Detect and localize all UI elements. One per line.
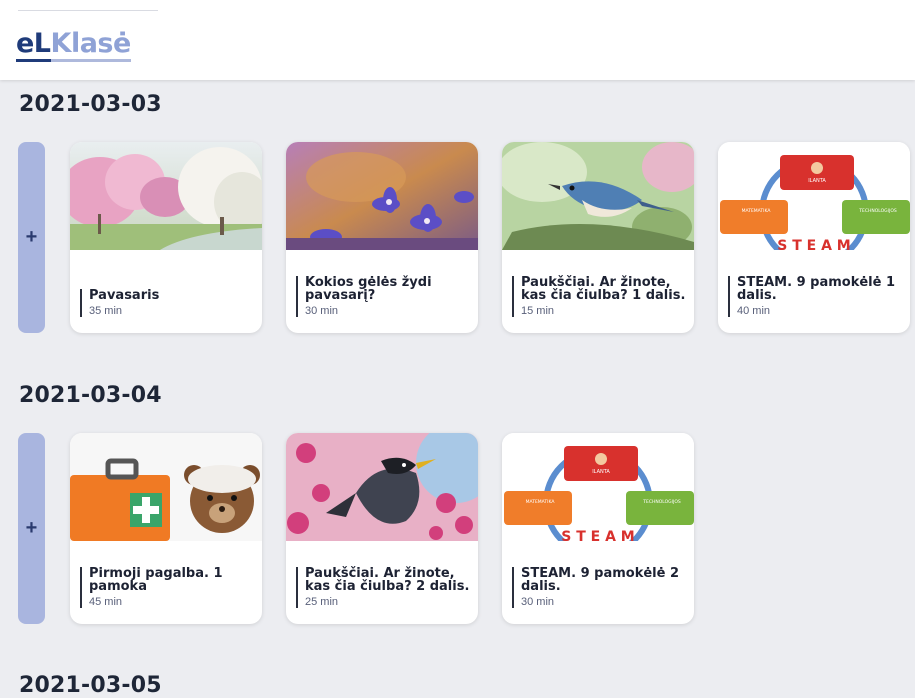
lesson-card[interactable]: Kokios gėlės žydi pavasarį? 30 min <box>286 142 478 333</box>
lesson-card[interactable]: Paukščiai. Ar žinote, kas čia čiulba? 1 … <box>502 142 694 333</box>
steam-box-top-label: ILANTA <box>808 178 826 184</box>
lesson-meta: Pirmoji pagalba. 1 pamoka 45 min <box>80 567 254 608</box>
lesson-thumbnail-steam-cycle-diagram: ILANTA MATEMATIKA TECHNOLOGIJOS S T E A … <box>718 142 910 250</box>
lesson-duration: 45 min <box>89 596 123 608</box>
lesson-thumbnail-purple-spring-flowers <box>286 142 478 250</box>
date-heading: 2021-03-05 <box>19 673 162 698</box>
add-lesson-button[interactable]: + <box>18 433 45 624</box>
lesson-meta: Paukščiai. Ar žinote, kas čia čiulba? 1 … <box>512 276 686 317</box>
logo-part-el: eL <box>16 28 51 62</box>
add-lesson-button[interactable]: + <box>18 142 45 333</box>
lesson-card[interactable]: Pavasaris 35 min <box>70 142 262 333</box>
lesson-card[interactable]: ILANTA MATEMATIKA TECHNOLOGIJOS S T E A … <box>502 433 694 624</box>
lesson-meta: Paukščiai. Ar žinote, kas čia čiulba? 2 … <box>296 567 470 608</box>
lesson-thumbnail-teddy-bear-first-aid <box>70 433 262 541</box>
lesson-card[interactable]: Paukščiai. Ar žinote, kas čia čiulba? 2 … <box>286 433 478 624</box>
lesson-title: STEAM. 9 pamokėlė 2 dalis. <box>521 566 680 594</box>
lesson-title: Paukščiai. Ar žinote, kas čia čiulba? 2 … <box>305 566 470 594</box>
lesson-title: Paukščiai. Ar žinote, kas čia čiulba? 1 … <box>521 275 686 303</box>
lesson-meta: Pavasaris 35 min <box>80 289 254 317</box>
lesson-duration: 35 min <box>89 305 123 317</box>
steam-box-top-label: ILANTA <box>592 469 610 475</box>
svg-text:S T E A M: S T E A M <box>777 238 850 250</box>
steam-box-right-label: TECHNOLOGIJOS <box>858 208 897 214</box>
lesson-title: Kokios gėlės žydi pavasarį? <box>305 275 432 303</box>
lesson-title: Pavasaris <box>89 288 160 303</box>
lesson-title: STEAM. 9 pamokėlė 1 dalis. <box>737 275 896 303</box>
logo-part-klase: Klasė <box>50 28 131 62</box>
lesson-card[interactable]: ILANTA MATEMATIKA TECHNOLOGIJOS S T E A … <box>718 142 910 333</box>
steam-box-left-label: MATEMATIKA <box>526 499 556 505</box>
date-heading: 2021-03-03 <box>19 92 162 117</box>
elklase-logo[interactable]: eLKlasė <box>16 28 131 62</box>
lesson-meta: STEAM. 9 pamokėlė 2 dalis. 30 min <box>512 567 686 608</box>
lesson-duration: 40 min <box>737 305 771 317</box>
lesson-duration: 30 min <box>521 596 555 608</box>
svg-text:S T E A M: S T E A M <box>561 529 634 541</box>
steam-box-right-label: TECHNOLOGIJOS <box>642 499 681 505</box>
lesson-meta: STEAM. 9 pamokėlė 1 dalis. 40 min <box>728 276 902 317</box>
lesson-duration: 25 min <box>305 596 339 608</box>
steam-box-left-label: MATEMATIKA <box>742 208 772 214</box>
lesson-thumbnail-steam-cycle-diagram: ILANTA MATEMATIKA TECHNOLOGIJOS S T E A … <box>502 433 694 541</box>
app-header: eLKlasė <box>0 0 915 80</box>
date-heading: 2021-03-04 <box>19 383 162 408</box>
lesson-thumbnail-bird-on-pink-blossoms <box>286 433 478 541</box>
lesson-thumbnail-blue-nuthatch-bird <box>502 142 694 250</box>
lesson-meta: Kokios gėlės žydi pavasarį? 30 min <box>296 276 470 317</box>
lesson-duration: 30 min <box>305 305 339 317</box>
header-divider <box>18 10 158 11</box>
lesson-card[interactable]: Pirmoji pagalba. 1 pamoka 45 min <box>70 433 262 624</box>
lesson-title: Pirmoji pagalba. 1 pamoka <box>89 566 223 594</box>
lesson-thumbnail-spring-blossom-trees <box>70 142 262 250</box>
lesson-duration: 15 min <box>521 305 555 317</box>
